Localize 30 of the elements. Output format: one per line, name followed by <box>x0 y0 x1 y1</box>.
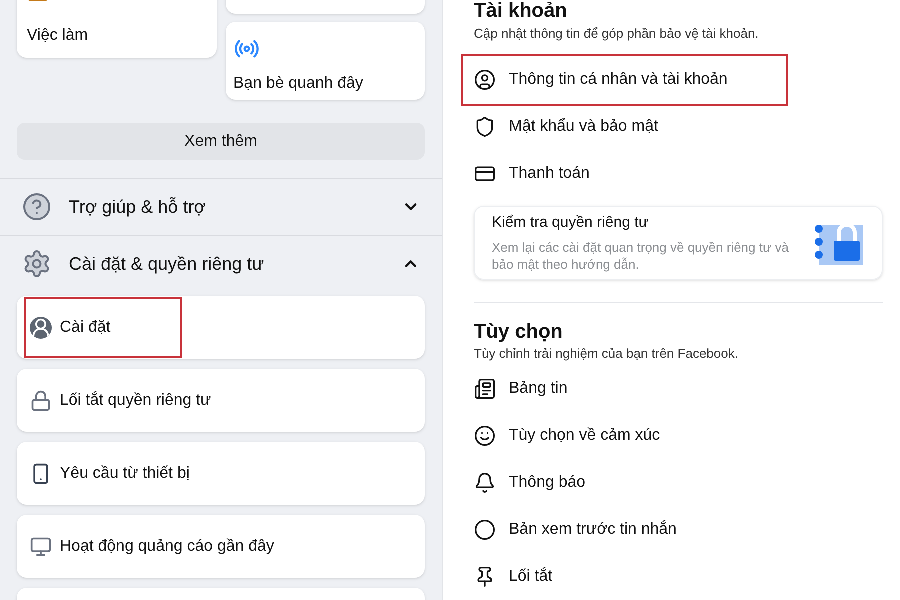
menu-item[interactable]: Yêu cầu từ thiết bị <box>17 442 425 505</box>
circle-icon <box>474 518 496 540</box>
privacy-check-card[interactable]: Kiểm tra quyền riêng tư Xem lại các cài đặt quan trọng về quyền riêng tư và bảo mật theo hướng dẫn. <box>474 206 883 280</box>
menu-item[interactable]: Cài đặt <box>17 296 425 359</box>
section-subtitle: Tùy chỉnh trải nghiệm của bạn trên Facebook. <box>474 344 740 363</box>
bell-icon <box>474 472 496 494</box>
shortcut-card[interactable]: Việc làm <box>17 0 216 58</box>
shield-icon <box>474 116 496 138</box>
card-label: Việc làm <box>27 26 90 46</box>
lock-icon <box>30 390 52 412</box>
monitor-icon <box>30 536 52 558</box>
emoji-icon <box>474 424 496 446</box>
section-subtitle: Cập nhật thông tin để góp phần bảo vệ tài khoản. <box>474 25 760 43</box>
section-header[interactable]: Trợ giúp & hỗ trợ <box>0 179 442 235</box>
menu-item[interactable]: Lối tắt quyền riêng tư <box>17 369 425 432</box>
newsfeed-icon <box>474 378 496 400</box>
card-description: Xem lại các cài đặt quan trọng về quyền riêng tư và bảo mật theo hướng dẫn. <box>492 238 790 273</box>
section-title: Tài khoản <box>474 0 568 22</box>
section-header[interactable]: Cài đặt & quyền riêng tư <box>0 236 442 292</box>
section-title: Tùy chọn <box>474 320 564 344</box>
settings-item[interactable]: Thông tin cá nhân và tài khoản <box>461 54 788 106</box>
gear-icon <box>22 249 52 279</box>
person-icon <box>30 316 52 338</box>
shortcut-card[interactable]: Bạn bè quanh đây <box>226 22 425 100</box>
user-icon <box>474 69 496 91</box>
menu-item[interactable]: Hoạt động quảng cáo gần đây <box>17 515 425 578</box>
card-label: Bạn bè quanh đây <box>234 74 364 94</box>
help-icon <box>22 192 52 222</box>
card-title: Kiểm tra quyền riêng tư <box>492 213 650 234</box>
see-more-button[interactable]: Xem thêm <box>17 123 425 160</box>
